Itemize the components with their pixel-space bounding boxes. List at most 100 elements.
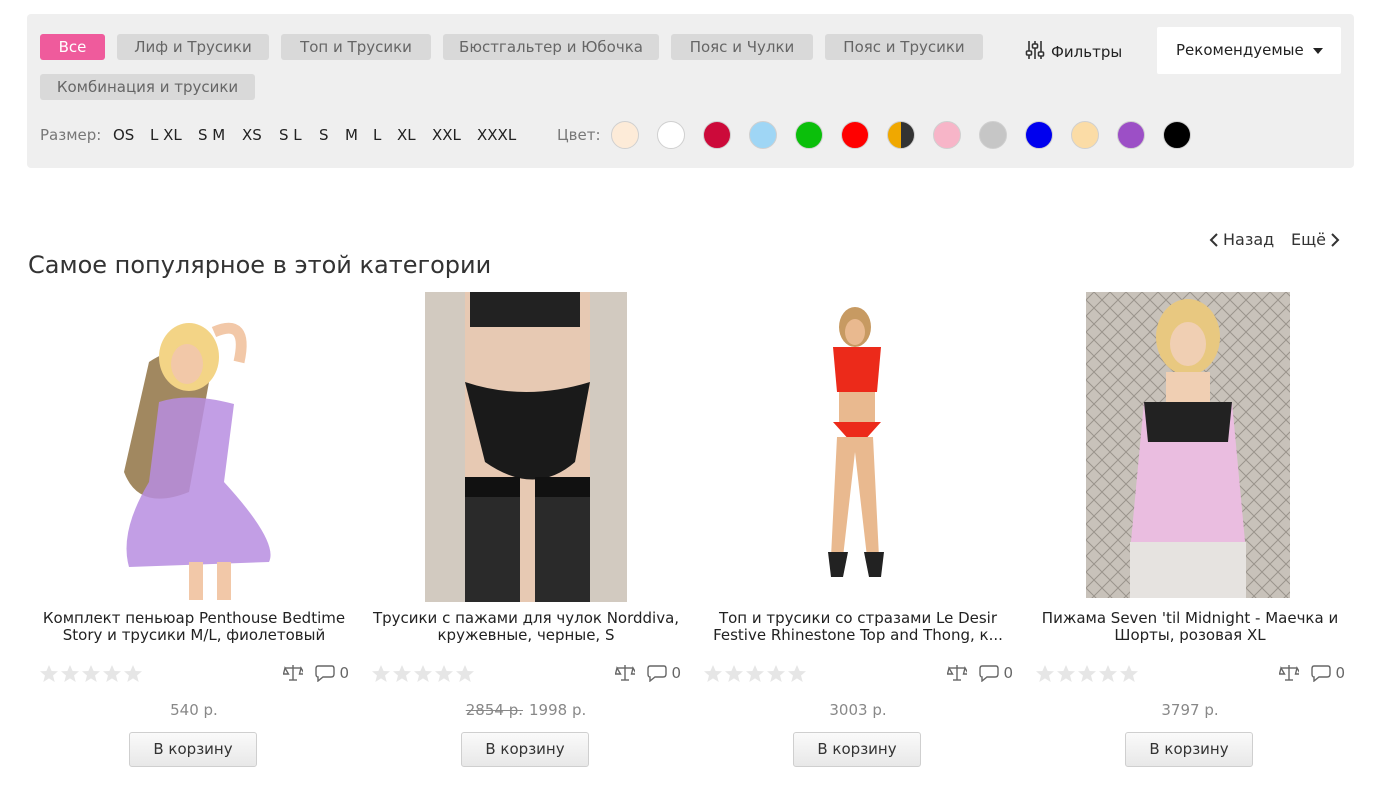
- size-option-l[interactable]: L: [373, 126, 381, 144]
- product-price: 3797 р.: [1161, 701, 1219, 719]
- star-icon: [40, 665, 58, 682]
- price-line: 3797 р.: [1035, 701, 1345, 719]
- product-title[interactable]: Топ и трусики со стразами Le Desir Festi…: [703, 610, 1013, 644]
- product-title-line: Пижама Seven 'til Midnight - Маечка и: [1041, 609, 1339, 627]
- category-chip-all[interactable]: Все: [40, 34, 105, 60]
- product-price: 1998 р.: [529, 701, 587, 719]
- product-title[interactable]: Комплект пеньюар Penthouse Bedtime Story…: [39, 610, 349, 644]
- sliders-icon: [1025, 40, 1045, 64]
- category-chip-top-panties[interactable]: Топ и Трусики: [281, 34, 431, 60]
- color-swatch[interactable]: [1025, 121, 1053, 149]
- add-to-cart-button[interactable]: В корзину: [793, 732, 921, 767]
- product-title-line: кружевные, черные, S: [437, 626, 615, 644]
- size-option-xxl[interactable]: XXL: [432, 126, 461, 144]
- category-chip-bra-skirt[interactable]: Бюстгальтер и Юбочка: [443, 34, 659, 60]
- product-image[interactable]: [1086, 292, 1290, 598]
- comments-count: 0: [1003, 664, 1013, 682]
- size-option-s-m[interactable]: S M: [198, 126, 225, 144]
- comment-icon: [979, 665, 1000, 682]
- rating-stars[interactable]: [39, 664, 143, 684]
- comments-count: 0: [1335, 664, 1345, 682]
- comments-count: 0: [671, 664, 681, 682]
- color-swatch[interactable]: [1163, 121, 1191, 149]
- product-title[interactable]: Пижама Seven 'til Midnight - Маечка и Шо…: [1035, 610, 1345, 644]
- product-title-line: Комплект пеньюар Penthouse Bedtime: [42, 609, 346, 627]
- size-option-xxxl[interactable]: XXXL: [477, 126, 516, 144]
- product-title-line: Story и трусики M/L, фиолетовый: [62, 626, 326, 644]
- product-price: 540 р.: [170, 701, 218, 719]
- color-swatch[interactable]: [795, 121, 823, 149]
- category-chip-bra-panties[interactable]: Лиф и Трусики: [117, 34, 269, 60]
- add-to-cart-button[interactable]: В корзину: [129, 732, 257, 767]
- pager-more-button[interactable]: Ещё: [1291, 230, 1340, 249]
- sort-selected-value: Рекомендуемые: [1176, 41, 1304, 59]
- size-option-os[interactable]: OS: [113, 126, 134, 144]
- product-actions: 0: [283, 664, 349, 682]
- section-title: Самое популярное в этой категории: [28, 251, 492, 279]
- category-chip-belt-panties[interactable]: Пояс и Трусики: [825, 34, 983, 60]
- filter-panel: Все Лиф и Трусики Топ и Трусики Бюстгаль…: [27, 14, 1354, 168]
- star-icon: [372, 665, 390, 682]
- comments-button[interactable]: 0: [315, 664, 349, 682]
- color-swatch[interactable]: [749, 121, 777, 149]
- comments-button[interactable]: 0: [647, 664, 681, 682]
- category-chip-slip-panties[interactable]: Комбинация и трусики: [40, 74, 255, 100]
- product-title-line: Топ и трусики со стразами Le Desir: [718, 609, 998, 627]
- price-line: 540 р.: [39, 701, 349, 719]
- color-swatch[interactable]: [1117, 121, 1145, 149]
- product-image[interactable]: [703, 292, 1013, 602]
- star-icon: [1036, 665, 1054, 682]
- size-option-xl[interactable]: XL: [397, 126, 416, 144]
- compare-button[interactable]: [1279, 664, 1300, 682]
- comments-button[interactable]: 0: [979, 664, 1013, 682]
- product-price: 3003 р.: [829, 701, 887, 719]
- size-option-l-xl[interactable]: L XL: [150, 126, 182, 144]
- color-swatch[interactable]: [979, 121, 1007, 149]
- comments-button[interactable]: 0: [1311, 664, 1345, 682]
- product-card: Пижама Seven 'til Midnight - Маечка и Шо…: [1035, 292, 1345, 772]
- product-title[interactable]: Трусики с пажами для чулок Norddiva, кру…: [371, 610, 681, 644]
- star-icon: [767, 665, 785, 682]
- color-swatch[interactable]: [703, 121, 731, 149]
- product-title-line: Трусики с пажами для чулок Norddiva,: [372, 609, 680, 627]
- add-to-cart-button[interactable]: В корзину: [1125, 732, 1253, 767]
- star-icon: [746, 665, 764, 682]
- filters-button[interactable]: Фильтры: [1025, 40, 1122, 64]
- add-to-cart-button[interactable]: В корзину: [461, 732, 589, 767]
- compare-button[interactable]: [947, 664, 968, 682]
- rating-stars[interactable]: [703, 664, 807, 684]
- sort-select[interactable]: Рекомендуемые: [1157, 27, 1341, 74]
- rating-stars[interactable]: [371, 664, 475, 684]
- chevron-right-icon: [1331, 232, 1340, 247]
- color-swatch[interactable]: [657, 121, 685, 149]
- size-option-m[interactable]: M: [345, 126, 358, 144]
- color-swatch[interactable]: [1071, 121, 1099, 149]
- color-label: Цвет:: [557, 126, 601, 144]
- product-old-price: 2854 р.: [465, 701, 523, 719]
- product-actions: 0: [1279, 664, 1345, 682]
- comment-icon: [315, 665, 336, 682]
- star-icon: [788, 665, 806, 682]
- caret-down-icon: [1313, 48, 1323, 54]
- comment-icon: [1311, 665, 1332, 682]
- size-option-s-l[interactable]: S L: [279, 126, 302, 144]
- rating-stars[interactable]: [1035, 664, 1139, 684]
- filters-label: Фильтры: [1051, 43, 1123, 61]
- compare-button[interactable]: [615, 664, 636, 682]
- product-image[interactable]: [425, 292, 627, 602]
- size-option-s[interactable]: S: [319, 126, 329, 144]
- scales-icon: [283, 665, 304, 681]
- chevron-left-icon: [1209, 232, 1218, 247]
- product-card: Комплект пеньюар Penthouse Bedtime Story…: [39, 292, 349, 772]
- color-swatch[interactable]: [611, 121, 639, 149]
- compare-button[interactable]: [283, 664, 304, 682]
- star-icon: [435, 665, 453, 682]
- category-chip-belt-stockings[interactable]: Пояс и Чулки: [671, 34, 813, 60]
- star-icon: [61, 665, 79, 682]
- pager-back-button[interactable]: Назад: [1209, 230, 1274, 249]
- color-swatch[interactable]: [933, 121, 961, 149]
- product-image[interactable]: [39, 292, 349, 602]
- color-swatch[interactable]: [887, 121, 915, 149]
- color-swatch[interactable]: [841, 121, 869, 149]
- size-option-xs[interactable]: XS: [242, 126, 262, 144]
